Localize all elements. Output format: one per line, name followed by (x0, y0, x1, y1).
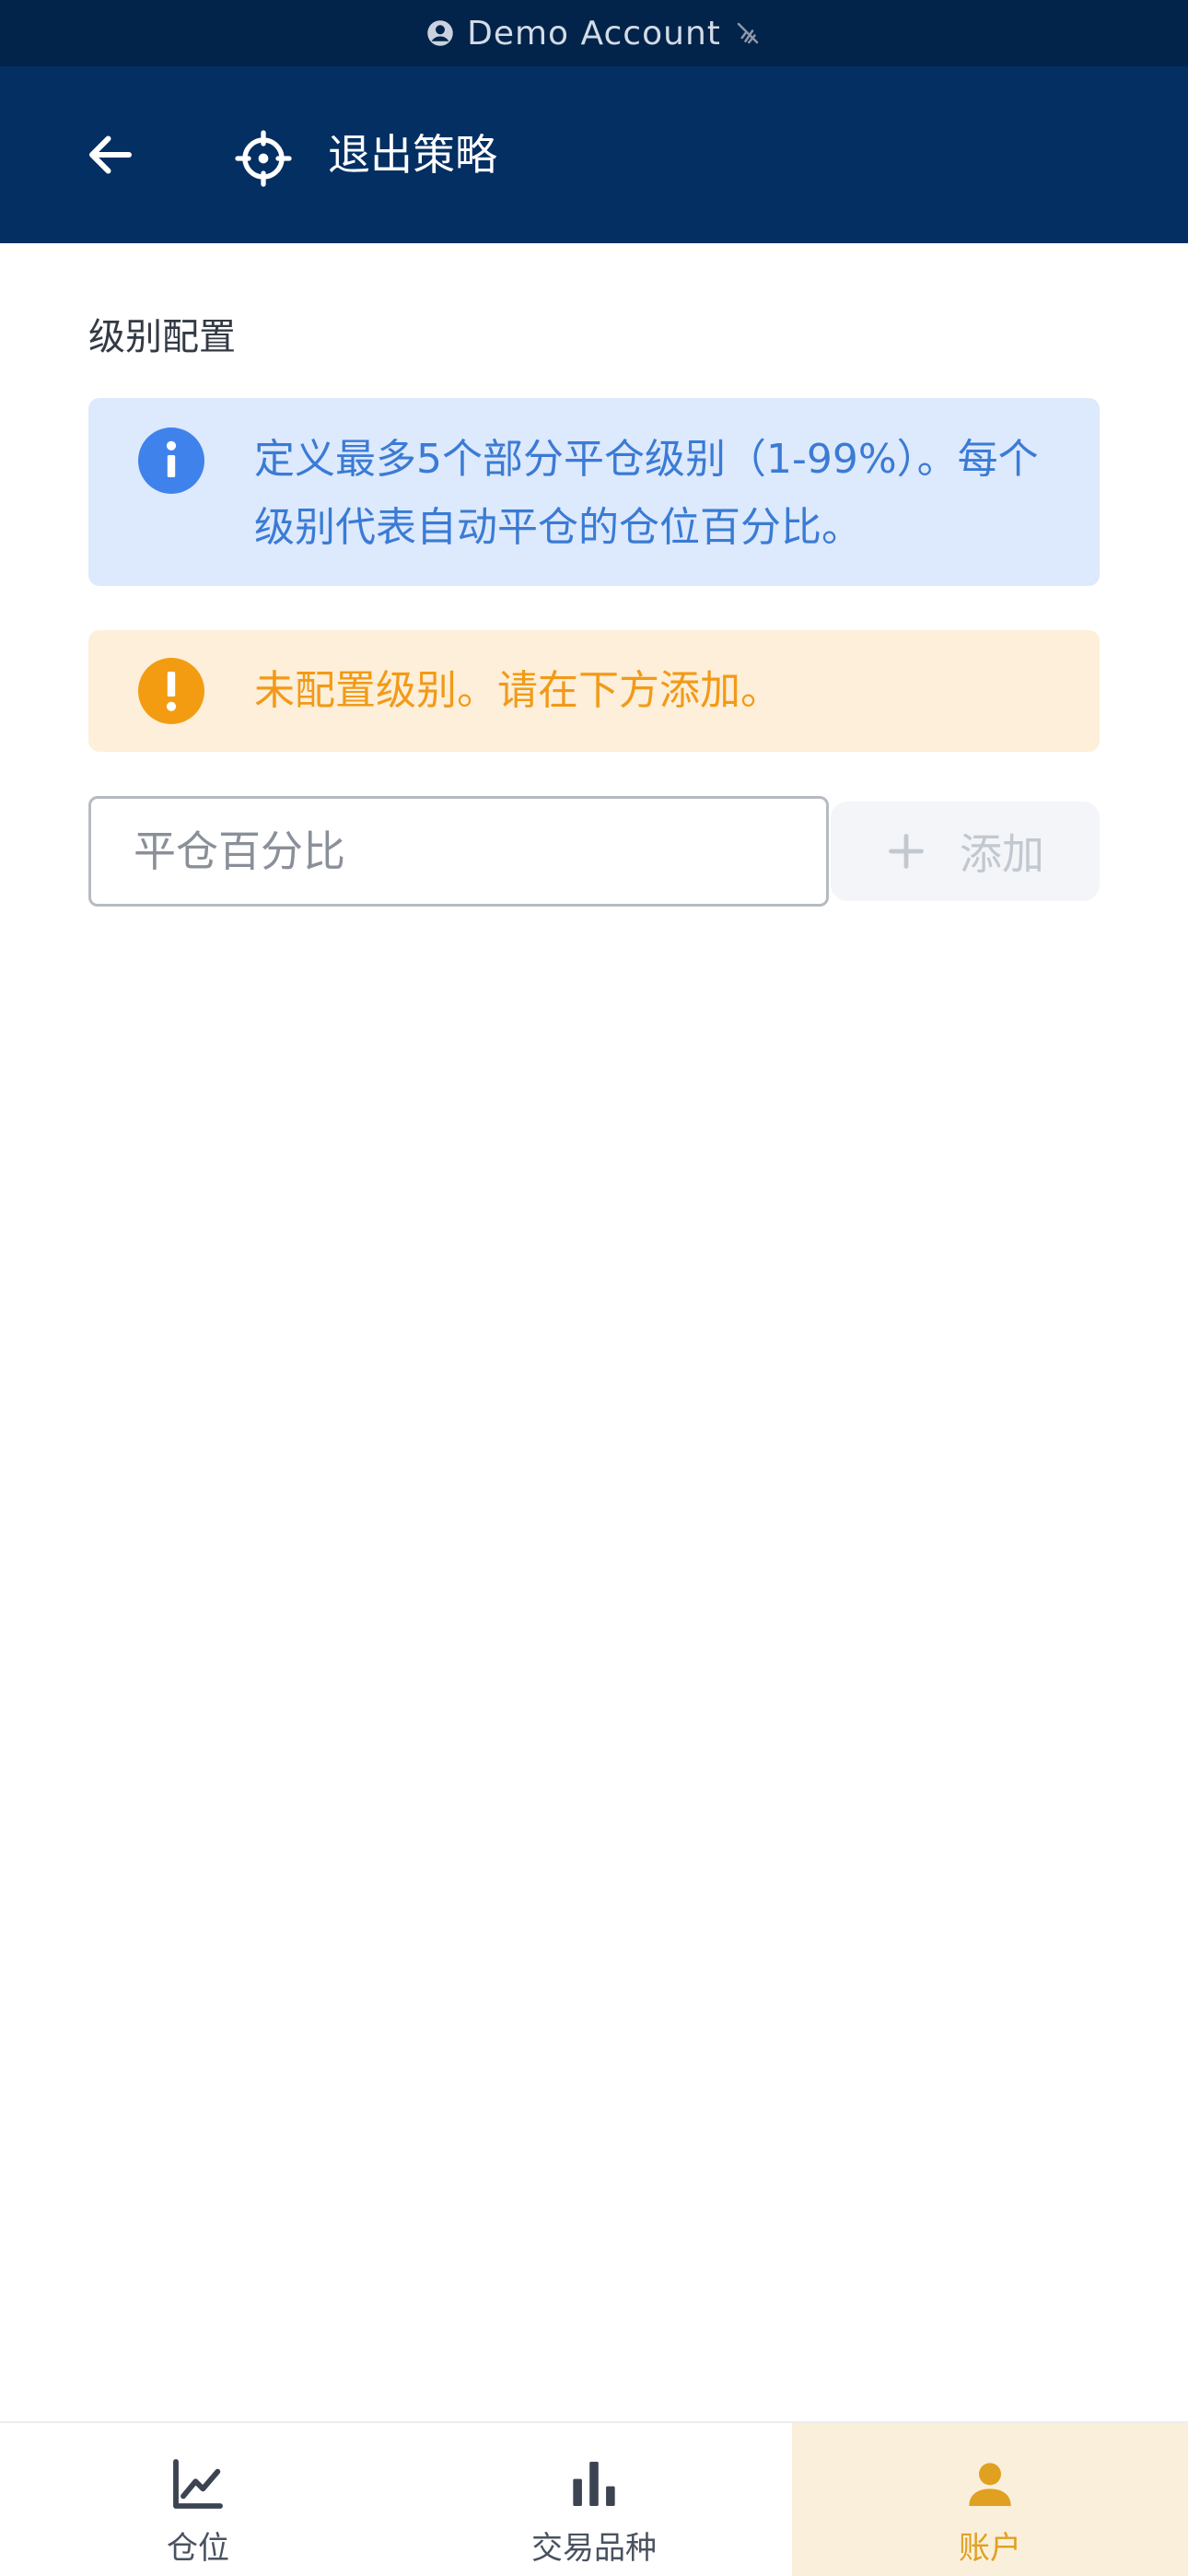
account-label: Demo Account (467, 14, 721, 53)
page-title: 退出策略 (328, 130, 497, 180)
bar-chart-icon (573, 2462, 615, 2506)
nav-label-positions: 仓位 (167, 2530, 229, 2567)
nav-label-account: 账户 (959, 2530, 1021, 2567)
bottom-navigation: 仓位 交易品种 账户 (0, 2421, 1188, 2576)
info-icon (138, 427, 204, 494)
add-level-button[interactable]: 添加 (831, 802, 1100, 901)
warning-icon (138, 658, 204, 724)
account-circle-icon (427, 20, 453, 46)
nav-item-account[interactable]: 账户 (792, 2423, 1188, 2576)
app-screen: Demo Account 退出策略 级别配置 定义最多5个部分平仓级别（1-99… (0, 0, 1188, 2576)
warning-message: 未配置级别。请在下方添加。 (254, 667, 781, 714)
nav-item-positions[interactable]: 仓位 (0, 2423, 396, 2576)
info-alert: 定义最多5个部分平仓级别（1-99%）。每个级别代表自动平仓的仓位百分比。 (88, 398, 1100, 586)
warning-alert: 未配置级别。请在下方添加。 (88, 630, 1100, 752)
no-connection-icon (737, 22, 759, 44)
nav-item-symbols[interactable]: 交易品种 (396, 2423, 792, 2576)
crosshair-icon (235, 130, 292, 187)
line-chart-icon (173, 2459, 223, 2509)
back-arrow-icon[interactable] (83, 127, 138, 182)
plus-icon (889, 834, 924, 869)
close-percentage-input[interactable] (88, 796, 829, 907)
app-header: 退出策略 (0, 66, 1188, 243)
add-level-label: 添加 (960, 829, 1044, 879)
demo-account-strip: Demo Account (0, 0, 1188, 66)
info-message: 定义最多5个部分平仓级别（1-99%）。每个级别代表自动平仓的仓位百分比。 (254, 436, 1039, 551)
nav-label-symbols: 交易品种 (531, 2530, 657, 2567)
section-title: 级别配置 (88, 316, 236, 358)
person-icon (969, 2463, 1011, 2506)
